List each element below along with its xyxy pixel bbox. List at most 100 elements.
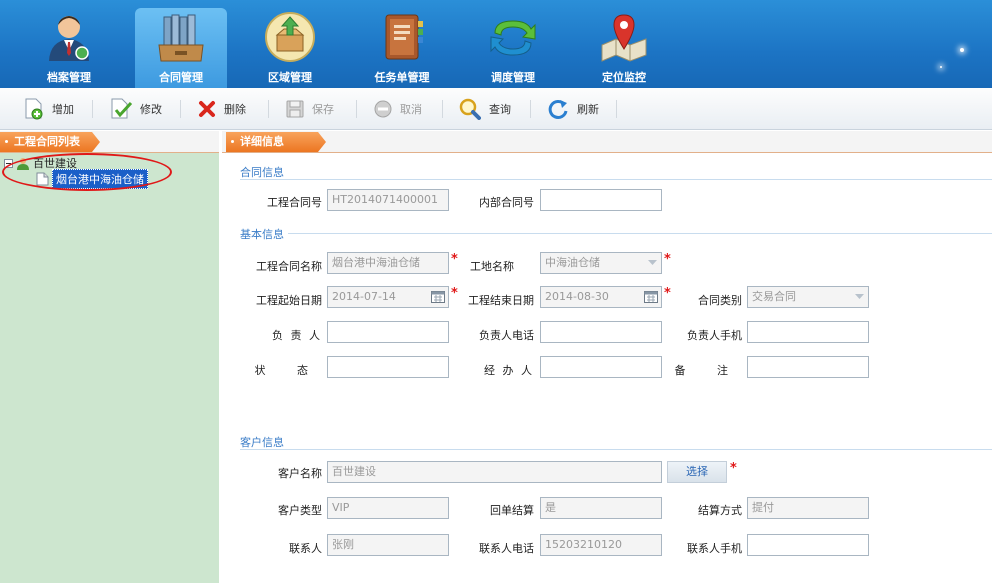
nav-item-area[interactable]: 区域管理: [246, 8, 334, 88]
edit-button[interactable]: 修改: [110, 98, 162, 120]
field-label: 结算方式: [698, 504, 742, 517]
site-name-select[interactable]: 中海油仓储: [540, 252, 662, 274]
contract-list-tab[interactable]: 工程合同列表: [0, 132, 100, 152]
manager-phone-field[interactable]: [540, 321, 662, 343]
site-name-value: 中海油仓储: [545, 256, 600, 269]
query-label: 查询: [489, 103, 511, 116]
contract-list-panel: 工程合同列表 百世建设 烟台港中海油仓储: [0, 131, 219, 583]
section-divider: [240, 179, 992, 180]
highlight-annotation-circle: [2, 153, 172, 191]
section-title-customer: 客户信息: [240, 436, 284, 449]
chevron-down-icon[interactable]: [643, 253, 661, 273]
edit-label: 修改: [140, 103, 162, 116]
field-label: 客户类型: [278, 504, 322, 517]
detail-panel: 详细信息 合同信息 工程合同号 HT2014071400001 内部合同号 基本…: [222, 131, 992, 583]
section-title-basic: 基本信息: [240, 228, 284, 241]
select-customer-button[interactable]: 选择: [667, 461, 727, 483]
nav-label: 定位监控: [602, 71, 646, 84]
field-label: 状 态: [254, 364, 322, 377]
field-label: 负责人手机: [687, 329, 742, 342]
remark-field[interactable]: [747, 356, 869, 378]
field-label: 负 责 人: [272, 329, 322, 342]
cancel-minus-icon: [374, 100, 392, 118]
field-label: 联系人电话: [479, 542, 534, 555]
sparkle-decoration: [960, 48, 964, 52]
panel-header: 工程合同列表: [0, 131, 219, 153]
manager-field[interactable]: [327, 321, 449, 343]
map-pin-icon: [601, 14, 647, 62]
add-document-icon: [25, 98, 43, 120]
manager-mobile-field[interactable]: [747, 321, 869, 343]
contract-tree: 百世建设 烟台港中海油仓储: [0, 153, 219, 583]
field-label: 工程合同号: [267, 196, 322, 209]
field-label: 合同类别: [698, 294, 742, 307]
save-button[interactable]: 保存: [286, 98, 334, 120]
contact-field[interactable]: 张刚: [327, 534, 449, 556]
refresh-label: 刷新: [577, 103, 599, 116]
field-label: 经 办 人: [484, 364, 534, 377]
top-navigation-bar: 档案管理 合同管理 区域管理 任务单管理 调度管理 定位监控: [0, 0, 992, 88]
cancel-label: 取消: [400, 103, 422, 116]
user-profile-icon: [49, 16, 89, 61]
add-label: 增加: [52, 103, 74, 116]
task-notebook-icon: [385, 14, 423, 60]
nav-item-dispatch[interactable]: 调度管理: [470, 8, 556, 88]
required-mark: *: [451, 286, 458, 301]
start-date-field[interactable]: 2014-07-14: [327, 286, 449, 308]
required-mark: *: [730, 461, 737, 476]
field-label: 客户名称: [278, 467, 322, 480]
toolbar-divider: [530, 100, 531, 118]
field-label: 联系人: [289, 542, 322, 555]
detail-title: 详细信息: [240, 135, 284, 148]
detail-tab[interactable]: 详细信息: [226, 132, 326, 152]
save-label: 保存: [312, 103, 334, 116]
field-label: 工程结束日期: [468, 294, 534, 307]
toolbar: 增加 修改 删除 保存 取消 查询 刷新: [0, 88, 992, 130]
chevron-down-icon[interactable]: [850, 287, 868, 307]
required-mark: *: [664, 286, 671, 301]
end-date-value: 2014-08-30: [545, 290, 609, 303]
section-divider: [240, 449, 992, 450]
contract-type-value: 交易合同: [752, 290, 796, 303]
nav-label: 区域管理: [268, 71, 312, 84]
area-box-icon: [265, 12, 315, 62]
start-date-value: 2014-07-14: [332, 290, 396, 303]
customer-type-field[interactable]: VIP: [327, 497, 449, 519]
delete-button[interactable]: 删除: [198, 98, 246, 120]
toolbar-divider: [442, 100, 443, 118]
field-label: 工地名称: [470, 260, 514, 273]
field-label: 工程起始日期: [256, 294, 322, 307]
field-label: 联系人手机: [687, 542, 742, 555]
contact-phone-field[interactable]: 15203210120: [540, 534, 662, 556]
field-label: 负责人电话: [479, 329, 534, 342]
add-button[interactable]: 增加: [24, 98, 74, 120]
status-field[interactable]: [327, 356, 449, 378]
handler-field[interactable]: [540, 356, 662, 378]
edit-check-icon: [111, 98, 132, 119]
end-date-field[interactable]: 2014-08-30: [540, 286, 662, 308]
project-contract-name-field[interactable]: 烟台港中海油仓储: [327, 252, 449, 274]
dispatch-arrows-icon: [490, 20, 536, 56]
customer-name-field[interactable]: 百世建设: [327, 461, 662, 483]
toolbar-divider: [92, 100, 93, 118]
receipt-settlement-field[interactable]: 是: [540, 497, 662, 519]
contract-binders-icon: [158, 14, 204, 62]
field-label: 回单结算: [490, 504, 534, 517]
internal-contract-no-field[interactable]: [540, 189, 662, 211]
nav-item-location[interactable]: 定位监控: [580, 8, 668, 88]
nav-item-contract[interactable]: 合同管理: [135, 8, 227, 88]
refresh-button[interactable]: 刷新: [547, 98, 599, 120]
toolbar-divider: [180, 100, 181, 118]
toolbar-divider: [268, 100, 269, 118]
calendar-icon[interactable]: [431, 290, 445, 303]
project-contract-no-field[interactable]: HT2014071400001: [327, 189, 449, 211]
field-label: 内部合同号: [479, 196, 534, 209]
calendar-icon[interactable]: [644, 290, 658, 303]
query-button[interactable]: 查询: [459, 98, 511, 120]
contact-mobile-field[interactable]: [747, 534, 869, 556]
contract-type-select[interactable]: 交易合同: [747, 286, 869, 308]
settlement-method-field[interactable]: 提付: [747, 497, 869, 519]
nav-item-archive[interactable]: 档案管理: [26, 8, 112, 88]
nav-item-task-order[interactable]: 任务单管理: [358, 8, 446, 88]
cancel-button[interactable]: 取消: [374, 98, 422, 120]
